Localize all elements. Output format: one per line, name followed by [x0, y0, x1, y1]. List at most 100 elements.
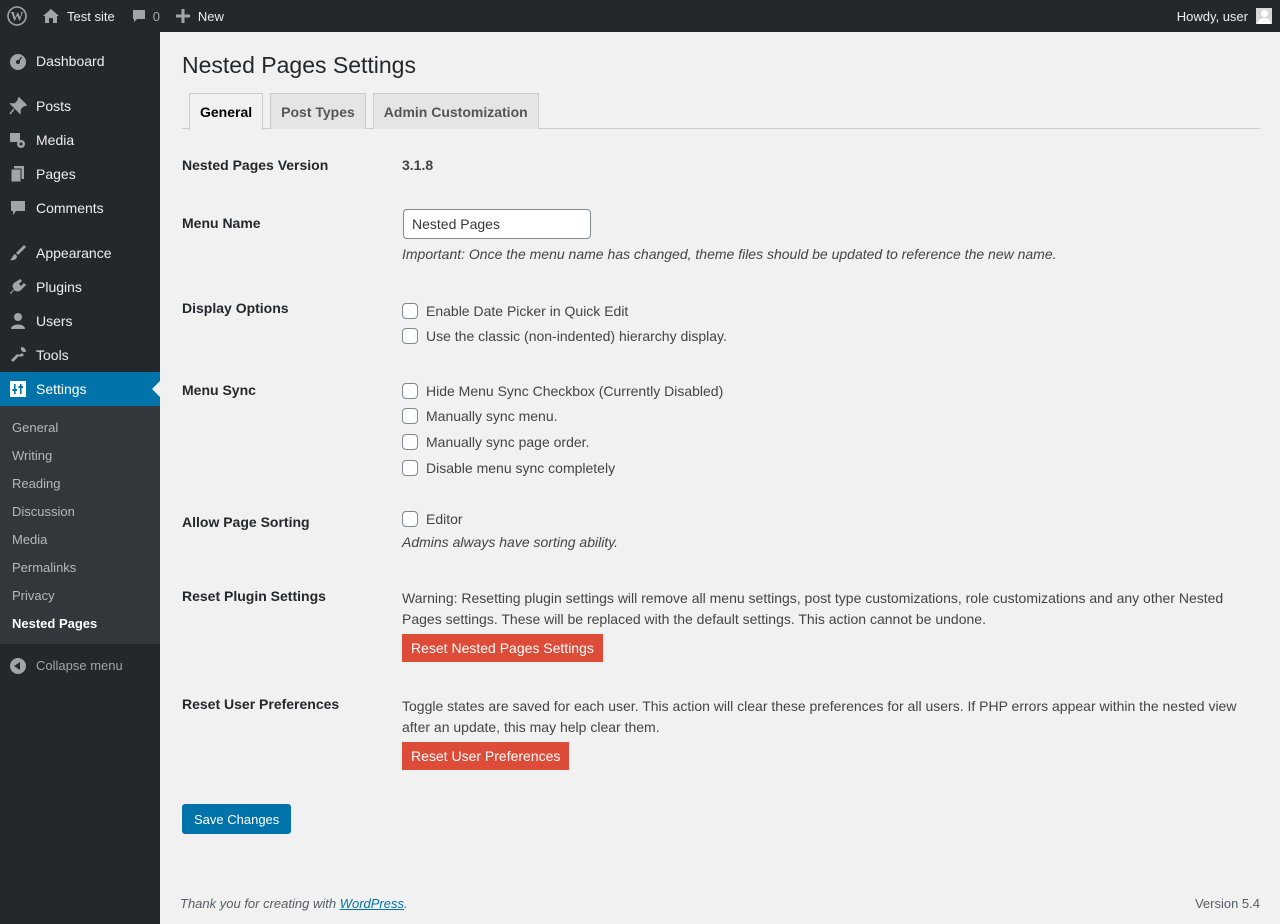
manual-sync-menu-checkbox[interactable] [402, 408, 418, 425]
date-picker-label: Enable Date Picker in Quick Edit [426, 302, 629, 319]
pin-icon [9, 97, 27, 115]
hide-sync-checkbox-row[interactable]: Hide Menu Sync Checkbox (Currently Disab… [402, 378, 1260, 404]
footer-thanks-text: Thank you for creating with [180, 896, 340, 911]
disable-sync-label: Disable menu sync completely [426, 459, 616, 476]
hide-sync-checkbox[interactable] [402, 382, 418, 399]
admin-menu: Dashboard Posts Media Pages Comments App… [0, 32, 160, 924]
page-title: Nested Pages Settings [182, 52, 416, 78]
new-content-link[interactable]: New [168, 0, 232, 32]
media-icon [9, 132, 27, 148]
tab-admin-customization[interactable]: Admin Customization [372, 93, 539, 129]
display-options-label: Display Options [182, 300, 289, 316]
classic-hierarchy-checkbox-row[interactable]: Use the classic (non-indented) hierarchy… [402, 324, 1260, 350]
editor-checkbox[interactable] [402, 510, 418, 527]
collapse-menu-button[interactable]: Collapse menu [0, 648, 160, 682]
classic-hierarchy-label: Use the classic (non-indented) hierarchy… [426, 328, 727, 345]
submenu-item-writing[interactable]: Writing [0, 441, 160, 469]
menu-name-description: Important: Once the menu name has change… [402, 246, 1057, 262]
version-value: 3.1.8 [402, 157, 434, 173]
site-name: Test site [67, 8, 115, 24]
menu-label: Comments [36, 200, 104, 216]
menu-item-appearance[interactable]: Appearance [0, 236, 160, 270]
reset-plugin-button[interactable]: Reset Nested Pages Settings [402, 634, 603, 662]
reset-plugin-label: Reset Plugin Settings [182, 588, 326, 604]
reset-user-button[interactable]: Reset User Preferences [402, 742, 570, 770]
manual-sync-menu-label: Manually sync menu. [426, 408, 558, 425]
manual-sync-menu-checkbox-row[interactable]: Manually sync menu. [402, 404, 1260, 430]
comments-link[interactable]: 0 [123, 0, 168, 32]
submenu-item-privacy[interactable]: Privacy [0, 581, 160, 609]
tab-post-types[interactable]: Post Types [270, 93, 366, 129]
editor-checkbox-row[interactable]: Editor [402, 506, 1260, 532]
reset-user-label: Reset User Preferences [182, 696, 340, 712]
menu-label: Pages [36, 166, 76, 182]
disable-sync-checkbox[interactable] [402, 459, 418, 476]
collapse-arrow-icon [10, 658, 26, 674]
main-content: Nested Pages Settings General Post Types… [160, 32, 1280, 924]
page-sorting-description: Admins always have sorting ability. [402, 533, 619, 550]
admin-bar: W Test site 0 New Howdy, user [0, 0, 1280, 32]
menu-label: Plugins [36, 279, 82, 295]
wordpress-link[interactable]: WordPress [340, 896, 404, 911]
pages-icon [9, 166, 27, 183]
wrench-icon [9, 347, 27, 363]
plug-icon [9, 279, 27, 295]
avatar [1256, 8, 1272, 24]
submenu-item-general[interactable]: General [0, 413, 160, 441]
new-label: New [197, 8, 224, 24]
date-picker-checkbox-row[interactable]: Enable Date Picker in Quick Edit [402, 298, 1260, 324]
disable-sync-checkbox-row[interactable]: Disable menu sync completely [402, 455, 1260, 481]
manual-sync-order-checkbox-row[interactable]: Manually sync page order. [402, 429, 1260, 455]
menu-label: Users [36, 313, 73, 329]
menu-item-plugins[interactable]: Plugins [0, 270, 160, 304]
user-icon [9, 313, 27, 329]
comments-count: 0 [152, 8, 160, 24]
menu-label: Dashboard [36, 53, 105, 69]
menu-item-users[interactable]: Users [0, 304, 160, 338]
menu-item-posts[interactable]: Posts [0, 89, 160, 123]
menu-label: Posts [36, 98, 72, 114]
menu-label: Appearance [36, 245, 112, 261]
site-name-link[interactable]: Test site [34, 0, 123, 32]
editor-label: Editor [426, 510, 463, 527]
collapse-label: Collapse menu [36, 657, 123, 673]
menu-item-comments[interactable]: Comments [0, 191, 160, 225]
comment-icon [132, 10, 145, 22]
save-changes-button[interactable]: Save Changes [182, 804, 292, 834]
my-account-link[interactable]: Howdy, user [1169, 0, 1280, 32]
version-label: Nested Pages Version [182, 157, 329, 173]
submenu-item-media[interactable]: Media [0, 525, 160, 553]
menu-sync-label: Menu Sync [182, 382, 256, 398]
menu-name-input[interactable]: Nested Pages [403, 209, 591, 239]
menu-label: Media [36, 132, 75, 148]
howdy-text: Howdy, user [1176, 8, 1248, 24]
settings-tabs: General Post Types Admin Customization [182, 93, 1260, 130]
menu-item-tools[interactable]: Tools [0, 338, 160, 372]
date-picker-checkbox[interactable] [402, 302, 418, 319]
menu-item-media[interactable]: Media [0, 123, 160, 157]
submenu-item-reading[interactable]: Reading [0, 469, 160, 497]
menu-item-pages[interactable]: Pages [0, 157, 160, 191]
footer-thanks: Thank you for creating with WordPress. [180, 896, 408, 911]
menu-item-settings[interactable]: Settings [0, 372, 160, 406]
menu-name-label: Menu Name [182, 215, 261, 231]
manual-sync-order-label: Manually sync page order. [426, 433, 590, 450]
submenu-item-nested-pages[interactable]: Nested Pages [0, 609, 160, 637]
home-icon [43, 9, 59, 23]
submenu-item-discussion[interactable]: Discussion [0, 497, 160, 525]
svg-text:W: W [11, 9, 24, 24]
tab-general[interactable]: General [189, 93, 264, 130]
menu-label: Settings [36, 381, 87, 397]
manual-sync-order-checkbox[interactable] [402, 433, 418, 450]
submenu-item-permalinks[interactable]: Permalinks [0, 553, 160, 581]
brush-icon [9, 245, 27, 261]
page-sorting-label: Allow Page Sorting [182, 514, 310, 530]
wordpress-logo-icon[interactable]: W [0, 0, 34, 32]
reset-plugin-warning: Warning: Resetting plugin settings will … [402, 590, 1224, 627]
settings-submenu: General Writing Reading Discussion Media… [0, 406, 160, 644]
footer-thanks-suffix: . [404, 896, 408, 911]
menu-label: Tools [36, 347, 69, 363]
dashboard-icon [9, 53, 27, 70]
menu-item-dashboard[interactable]: Dashboard [0, 44, 160, 78]
classic-hierarchy-checkbox[interactable] [402, 328, 418, 345]
